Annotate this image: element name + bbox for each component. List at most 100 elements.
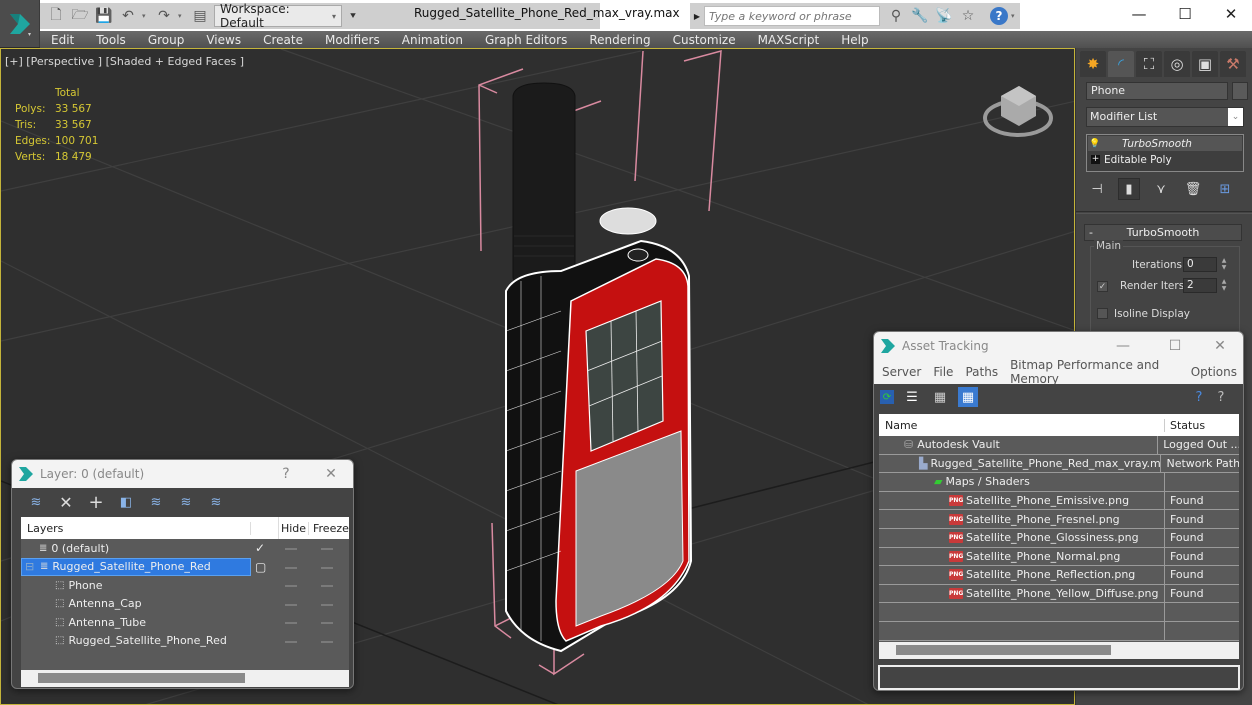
render-iters-spinner[interactable]: 2 [1183,278,1217,293]
refresh-icon[interactable]: ⟳ [880,390,894,404]
hide-toggle[interactable] [285,640,297,643]
app-menu-button[interactable]: ▾ [0,0,40,47]
hide-toggle[interactable] [285,603,297,606]
turbosmooth-rollout-header[interactable]: - TurboSmooth [1084,224,1242,241]
thumbnail-view-icon[interactable]: ▦ [930,387,950,407]
freeze-toggle[interactable] [321,640,333,643]
asset-row[interactable]: PNG Satellite_Phone_Reflection.png Found [879,566,1239,585]
hide-toggle[interactable] [285,585,297,587]
menu-paths[interactable]: Paths [959,365,1004,379]
freeze-toggle[interactable] [321,603,333,606]
table-view-icon[interactable]: ▦ [958,387,978,407]
close-button[interactable]: ✕ [1208,0,1252,28]
set-current-layer-icon[interactable]: ≋ [176,492,196,512]
layer-row[interactable]: ⬚ Antenna_Tube [21,613,349,632]
remove-modifier-icon[interactable]: 🗑 [1182,178,1204,200]
hide-toggle[interactable] [285,566,297,569]
hide-toggle[interactable] [285,622,297,624]
layer-row[interactable]: ⬚ Antenna_Cap [21,595,349,614]
render-iters-checkbox[interactable]: ✓ [1097,281,1108,292]
help-icon[interactable]: ? [990,7,1008,25]
minimize-button[interactable]: — [1116,0,1162,28]
redo-dropdown[interactable]: ▾ [178,12,186,20]
menu-server[interactable]: Server [876,365,927,379]
object-name-field[interactable]: Phone [1086,82,1228,100]
column-status[interactable]: Status [1165,419,1205,432]
key-icon[interactable]: 🔧 [908,5,932,27]
menu-bitmap-performance[interactable]: Bitmap Performance and Memory [1004,358,1185,386]
new-layer-icon[interactable]: ≋ [26,492,46,512]
freeze-toggle[interactable] [321,622,333,624]
hierarchy-icon[interactable]: ⛶ [1136,51,1162,77]
search-expand-button[interactable]: ▶ [690,5,704,27]
project-icon[interactable]: ▤ [190,6,210,26]
menu-rendering[interactable]: Rendering [578,33,661,47]
help-dropdown[interactable]: ▾ [1011,12,1019,20]
maximize-button[interactable]: ☐ [1152,332,1198,360]
stack-item-turbosmooth[interactable]: 💡 TurboSmooth [1088,136,1242,151]
asset-row[interactable]: ⛁ Autodesk Vault Logged Out ... [879,436,1239,455]
list-view-icon[interactable]: ☰ [902,387,922,407]
menu-create[interactable]: Create [252,33,314,47]
menu-views[interactable]: Views [195,33,252,47]
spinner-arrows-icon[interactable]: ▲ ▼ [1219,278,1229,293]
make-unique-icon[interactable]: ⋎ [1150,178,1172,200]
scrollbar-thumb[interactable] [896,645,1111,655]
layer-row[interactable]: ≣ 0 (default) ✓ [21,539,349,558]
freeze-toggle[interactable] [321,566,333,569]
viewcube[interactable] [983,86,1053,137]
path-field[interactable] [878,665,1240,690]
menu-group[interactable]: Group [137,33,196,47]
asset-row[interactable]: PNG Satellite_Phone_Normal.png Found [879,547,1239,567]
menu-edit[interactable]: Edit [40,33,85,47]
satellite-icon[interactable]: 📡 [932,5,956,27]
menu-customize[interactable]: Customize [662,33,747,47]
add-to-layer-icon[interactable]: + [86,492,106,513]
isoline-display-checkbox[interactable] [1097,308,1108,319]
current-layer-check-icon[interactable]: ✓ [255,541,265,555]
binoculars-icon[interactable]: ⚲ [884,5,908,27]
modify-icon[interactable]: ◜ [1108,51,1134,77]
horizontal-scrollbar[interactable] [879,642,1239,659]
column-freeze[interactable]: Freeze [309,522,349,535]
workspace-select[interactable]: Workspace: Default ▾ [214,2,342,30]
save-icon[interactable]: 💾 [94,6,114,26]
help-icon[interactable]: ? [1189,387,1209,407]
scrollbar-thumb[interactable] [38,673,245,683]
utilities-icon[interactable]: ⚒ [1220,51,1246,77]
asset-row[interactable]: ▙ Rugged_Satellite_Phone_Red_max_vray.max… [879,454,1239,474]
motion-icon[interactable]: ◎ [1164,51,1190,77]
asset-row[interactable]: PNG Satellite_Phone_Glossiness.png Found [879,528,1239,548]
menu-modifiers[interactable]: Modifiers [314,33,391,47]
layer-row[interactable]: ⬚ Phone [21,576,349,595]
help-button[interactable]: ? [263,460,309,488]
asset-row[interactable]: PNG Satellite_Phone_Emissive.png Found [879,491,1239,511]
redo-icon[interactable]: ↷ [154,6,174,26]
bulb-icon[interactable]: 💡 [1088,139,1102,149]
pin-stack-icon[interactable]: ⊣ [1086,178,1108,200]
create-icon[interactable]: ✸ [1080,51,1106,77]
menu-animation[interactable]: Animation [391,33,474,47]
object-color-swatch[interactable] [1232,82,1248,100]
select-objects-icon[interactable]: ◧ [116,492,136,512]
search-input[interactable] [704,6,880,26]
hide-toggle[interactable] [285,548,297,550]
horizontal-scrollbar[interactable] [21,670,349,687]
open-folder-icon[interactable]: 🗁 [70,6,90,26]
iterations-spinner[interactable]: 0 [1183,257,1217,272]
menu-file[interactable]: File [927,365,959,379]
menu-tools[interactable]: Tools [85,33,137,47]
select-layer-icon[interactable]: ≋ [146,492,166,512]
close-button[interactable]: ✕ [1197,332,1243,360]
show-end-result-icon[interactable]: ▮ [1118,178,1140,200]
asset-row[interactable]: ▰ Maps / Shaders [879,473,1239,492]
new-file-icon[interactable]: 🗋 [46,6,66,26]
column-name[interactable]: Name [879,418,1165,432]
freeze-toggle[interactable] [321,548,333,550]
layer-settings-icon[interactable]: ≋ [206,492,226,512]
modifier-list-dropdown[interactable]: Modifier List ⌄ [1086,107,1244,127]
column-layers[interactable]: Layers [21,521,251,535]
undo-icon[interactable]: ↶ [118,6,138,26]
collapse-icon[interactable]: ⊟ [25,560,34,573]
minimize-button[interactable]: — [1100,332,1146,360]
